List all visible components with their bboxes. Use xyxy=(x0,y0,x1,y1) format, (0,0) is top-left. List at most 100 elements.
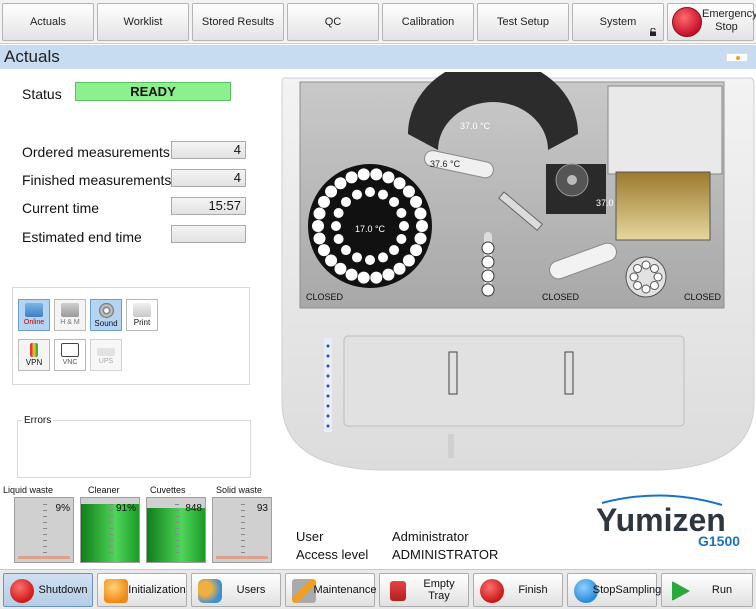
power-icon xyxy=(10,579,34,603)
cuvette-window xyxy=(615,171,711,241)
sample-tube xyxy=(333,234,344,245)
tab-actuals[interactable]: Actuals xyxy=(2,3,94,41)
sample-tube xyxy=(317,244,330,257)
sample-tube xyxy=(351,252,362,263)
emergency-stop-icon xyxy=(672,7,702,37)
tab-stored-results[interactable]: Stored Results xyxy=(192,3,284,41)
sample-tube xyxy=(365,187,375,197)
sample-tube xyxy=(325,185,338,198)
brand-model: G1500 xyxy=(698,533,740,549)
rotor-hole xyxy=(653,272,663,282)
rotor-hole xyxy=(641,260,651,270)
tab-system[interactable]: System xyxy=(572,3,664,41)
solid-waste-gauge: 93 xyxy=(212,497,272,563)
hm-label: H & M xyxy=(60,319,80,326)
rotor-hole xyxy=(649,264,659,274)
sample-tube xyxy=(396,234,407,245)
cleaner-gauge: 91% xyxy=(80,497,140,563)
online-toggle[interactable]: Online xyxy=(18,299,50,331)
initialization-label: Initialization xyxy=(128,584,186,596)
hm-network-icon xyxy=(61,303,79,317)
tab-worklist-label: Worklist xyxy=(123,16,163,28)
tray-icon xyxy=(390,581,406,601)
cuvettes-gauge: 848 xyxy=(146,497,206,563)
stop-sampling-line1: Stop xyxy=(592,584,616,596)
sample-tube xyxy=(382,171,395,184)
gauge-scale xyxy=(109,504,113,558)
tab-qc[interactable]: QC xyxy=(287,3,379,41)
ordered-measurements-label: Ordered measurements xyxy=(22,144,170,160)
ordered-measurements-value: 4 xyxy=(171,141,246,159)
current-time-value: 15:57 xyxy=(171,197,246,215)
sample-tube xyxy=(331,221,341,231)
status-led xyxy=(326,344,330,348)
stop-sampling-button[interactable]: Stop Sampling xyxy=(567,573,661,607)
connectivity-panel: Online H & M Sound Print VPN VNC UPS xyxy=(12,287,250,385)
empty-tray-button[interactable]: Empty Tray xyxy=(379,573,469,607)
sample-tube xyxy=(365,255,375,265)
status-led xyxy=(326,394,330,398)
status-label: Status xyxy=(22,86,62,102)
ups-toggle[interactable]: UPS xyxy=(90,339,122,371)
sample-tube xyxy=(313,232,326,245)
gauge-scale xyxy=(175,504,179,558)
print-toggle[interactable]: Print xyxy=(126,299,158,331)
sound-toggle[interactable]: Sound xyxy=(90,299,122,331)
emergency-stop-line1: Emergency xyxy=(702,8,756,20)
solid-waste-value: 93 xyxy=(256,503,268,514)
status-led xyxy=(326,364,330,368)
sample-tube xyxy=(393,262,406,275)
emergency-stop-button[interactable]: Emergency Stop xyxy=(667,3,756,41)
estimated-end-time-label: Estimated end time xyxy=(22,229,142,245)
status-badge: READY xyxy=(75,82,231,101)
traffic-light-icon xyxy=(30,343,38,357)
run-button[interactable]: Run xyxy=(661,573,753,607)
sample-tube xyxy=(378,189,389,200)
emergency-stop-line2: Stop xyxy=(715,21,738,33)
tab-calibration[interactable]: Calibration xyxy=(382,3,474,41)
stop-sampling-line2: Sampling xyxy=(615,584,662,596)
sample-tube xyxy=(389,245,400,256)
monitor-icon xyxy=(61,343,79,357)
sample-tube xyxy=(317,195,330,208)
user-value: Administrator xyxy=(392,529,469,544)
sample-tube xyxy=(312,220,324,232)
errors-panel xyxy=(17,420,251,478)
closed-label-middle: CLOSED xyxy=(542,292,580,302)
shutdown-button[interactable]: Shutdown xyxy=(3,573,93,607)
top-navigation: Actuals Worklist Stored Results QC Calib… xyxy=(0,0,756,44)
maintenance-button[interactable]: Maintenance xyxy=(285,573,377,607)
tab-worklist[interactable]: Worklist xyxy=(97,3,189,41)
online-label: Online xyxy=(23,319,45,326)
stop-icon xyxy=(480,579,504,603)
sample-tube xyxy=(340,196,351,207)
play-icon xyxy=(672,581,690,601)
cuvettes-label: Cuvettes xyxy=(150,485,186,495)
sound-label: Sound xyxy=(94,319,118,328)
sample-tube xyxy=(333,207,344,218)
sample-tube xyxy=(399,221,409,231)
users-button[interactable]: Users xyxy=(191,573,281,607)
access-level-value: ADMINISTRATOR xyxy=(392,547,499,562)
status-led xyxy=(326,424,330,428)
finish-button[interactable]: Finish xyxy=(473,573,563,607)
liquid-waste-value: 9% xyxy=(55,503,70,514)
vnc-toggle[interactable]: VNC xyxy=(54,339,86,371)
cuvette-loader xyxy=(607,85,723,175)
page-title: Actuals xyxy=(4,47,60,66)
cleaner-label: Cleaner xyxy=(88,485,120,495)
sample-tube xyxy=(382,268,395,281)
empty-tray-label: Empty Tray xyxy=(423,578,455,602)
probe-temp: 37.6 °C xyxy=(430,159,461,169)
sample-tube xyxy=(410,195,423,208)
vpn-toggle[interactable]: VPN xyxy=(18,339,50,371)
initialization-button[interactable]: Initialization xyxy=(97,573,187,607)
user-label: User xyxy=(296,529,324,544)
tab-calibration-label: Calibration xyxy=(401,16,455,28)
hm-toggle[interactable]: H & M xyxy=(54,299,86,331)
sample-tube xyxy=(357,271,370,284)
rotor-hole xyxy=(641,284,651,294)
reagent-arc-temp: 37.0 °C xyxy=(460,121,491,131)
users-icon xyxy=(198,579,222,603)
tab-test-setup[interactable]: Test Setup xyxy=(477,3,569,41)
